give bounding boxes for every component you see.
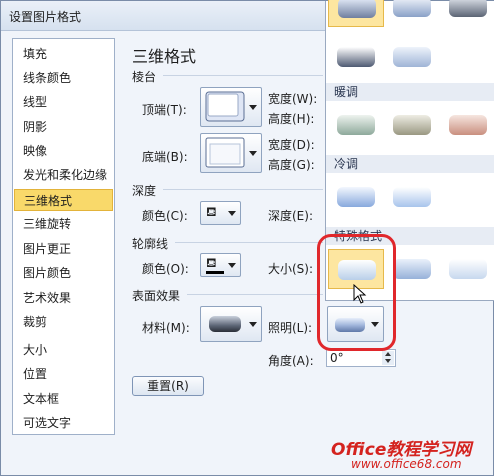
lighting-chip	[449, 259, 487, 279]
lighting-chip	[449, 115, 487, 135]
depth-size-label: 深度(E):	[268, 209, 313, 223]
bevel-bottom-preview-icon	[205, 137, 245, 168]
depth-color-dropdown[interactable]: ⛾	[200, 201, 241, 225]
contour-divider	[175, 242, 323, 243]
bevel-bottom-label: 底端(B):	[142, 150, 188, 164]
lighting-preview-icon	[335, 318, 365, 332]
depth-divider	[163, 189, 323, 190]
lighting-chip	[393, 47, 431, 67]
contour-color-label: 颜色(O):	[142, 262, 189, 276]
material-dropdown[interactable]	[200, 306, 262, 342]
lighting-option-neutral-3[interactable]	[440, 0, 494, 27]
spin-up-button[interactable]	[382, 351, 394, 358]
lighting-chip	[337, 47, 375, 67]
category-sidebar: 填充 线条颜色 线型 阴影 映像 发光和柔化边缘 三维格式 三维旋转 图片更正 …	[12, 38, 115, 435]
panel-heading: 三维格式	[132, 47, 197, 66]
angle-spinner[interactable]: 0°	[326, 349, 396, 367]
sidebar-item-picture-color[interactable]: 图片颜色	[14, 262, 113, 284]
chevron-down-icon	[228, 263, 236, 268]
sidebar-item-glow-soft-edges[interactable]: 发光和柔化边缘	[14, 164, 113, 186]
sidebar-item-reflection[interactable]: 映像	[14, 140, 113, 162]
sidebar-item-alt-text[interactable]: 可选文字	[14, 412, 113, 434]
chevron-down-icon	[385, 359, 391, 363]
bevel-divider	[163, 75, 323, 76]
sidebar-item-picture-corrections[interactable]: 图片更正	[14, 238, 113, 260]
bevel-top-width-label: 宽度(W):	[268, 92, 318, 106]
material-preview-icon	[209, 316, 241, 332]
chevron-up-icon	[385, 352, 391, 356]
lighting-chip	[337, 187, 375, 207]
depth-section-label: 深度	[132, 184, 157, 198]
lighting-chip	[393, 115, 431, 135]
lighting-chip	[393, 187, 431, 207]
sidebar-item-line-color[interactable]: 线条颜色	[14, 67, 113, 89]
mouse-cursor-icon	[353, 284, 367, 304]
lighting-gallery: 暖调 冷调 特殊格式	[325, 0, 494, 301]
lighting-option-neutral-1[interactable]	[328, 0, 384, 27]
surface-section-label: 表面效果	[132, 289, 181, 303]
bevel-top-height-label: 高度(H):	[268, 112, 315, 126]
lighting-option-cool-1[interactable]	[328, 177, 384, 217]
lighting-option-neutral-5[interactable]	[384, 37, 440, 77]
bevel-top-preview-icon	[205, 91, 245, 122]
chevron-down-icon	[249, 322, 257, 327]
gallery-group-special: 特殊格式	[326, 227, 494, 245]
bevel-top-dropdown[interactable]	[200, 87, 262, 127]
sidebar-item-shadow[interactable]: 阴影	[14, 116, 113, 138]
format-picture-dialog: 设置图片格式 填充 线条颜色 线型 阴影 映像 发光和柔化边缘 三维格式 三维旋…	[0, 0, 494, 476]
sidebar-item-text-box[interactable]: 文本框	[14, 388, 113, 410]
chevron-down-icon	[371, 322, 379, 327]
lighting-option-neutral-2[interactable]	[384, 0, 440, 27]
sidebar-item-3d-rotation[interactable]: 三维旋转	[14, 213, 113, 235]
lighting-label: 照明(L):	[268, 321, 313, 335]
angle-value: 0°	[330, 351, 344, 365]
lighting-chip	[393, 259, 431, 279]
sidebar-item-fill[interactable]: 填充	[14, 43, 113, 65]
dialog-title: 设置图片格式	[9, 10, 82, 24]
lighting-option-neutral-4[interactable]	[328, 37, 384, 77]
bevel-bottom-dropdown[interactable]	[200, 133, 262, 173]
lighting-option-warm-3[interactable]	[440, 105, 494, 145]
gallery-group-cool: 冷调	[326, 155, 494, 173]
lighting-option-special-1[interactable]	[328, 249, 384, 289]
lighting-chip	[338, 260, 376, 280]
sidebar-item-size[interactable]: 大小	[14, 339, 113, 361]
lighting-chip	[393, 0, 431, 17]
watermark-url: www.office68.com	[351, 457, 462, 471]
sidebar-item-line-style[interactable]: 线型	[14, 91, 113, 113]
reset-button[interactable]: 重置(R)	[132, 376, 204, 396]
lighting-chip	[449, 0, 487, 17]
gallery-group-warm: 暖调	[326, 83, 494, 101]
sidebar-item-crop[interactable]: 裁剪	[14, 311, 113, 333]
angle-label: 角度(A):	[268, 354, 314, 368]
bevel-section-label: 棱台	[132, 70, 157, 84]
depth-color-label: 颜色(C):	[142, 209, 188, 223]
lighting-option-special-3[interactable]	[440, 249, 494, 289]
lighting-option-warm-1[interactable]	[328, 105, 384, 145]
sidebar-item-position[interactable]: 位置	[14, 363, 113, 385]
bevel-bottom-height-label: 高度(G):	[268, 158, 315, 172]
material-label: 材料(M):	[142, 321, 190, 335]
chevron-down-icon	[249, 151, 257, 156]
lighting-option-warm-2[interactable]	[384, 105, 440, 145]
lighting-chip	[337, 115, 375, 135]
chevron-down-icon	[228, 211, 236, 216]
lighting-option-special-2[interactable]	[384, 249, 440, 289]
lighting-option-cool-2[interactable]	[384, 177, 440, 217]
lighting-chip	[338, 0, 376, 18]
color-swatch	[206, 271, 224, 274]
bevel-top-label: 顶端(T):	[142, 103, 187, 117]
watermark: Office教程学习网 www.office68.com	[331, 435, 493, 475]
paint-bucket-icon: ⛾	[206, 205, 217, 220]
sidebar-item-artistic-effects[interactable]: 艺术效果	[14, 287, 113, 309]
bevel-bottom-width-label: 宽度(D):	[268, 138, 315, 152]
surface-divider	[187, 294, 323, 295]
contour-size-label: 大小(S):	[268, 262, 314, 276]
lighting-dropdown[interactable]	[327, 306, 384, 342]
contour-section-label: 轮廓线	[132, 237, 169, 251]
spin-down-button[interactable]	[382, 358, 394, 365]
contour-color-dropdown[interactable]: ⛾	[200, 253, 241, 277]
chevron-down-icon	[249, 105, 257, 110]
sidebar-item-3d-format[interactable]: 三维格式	[14, 189, 113, 211]
